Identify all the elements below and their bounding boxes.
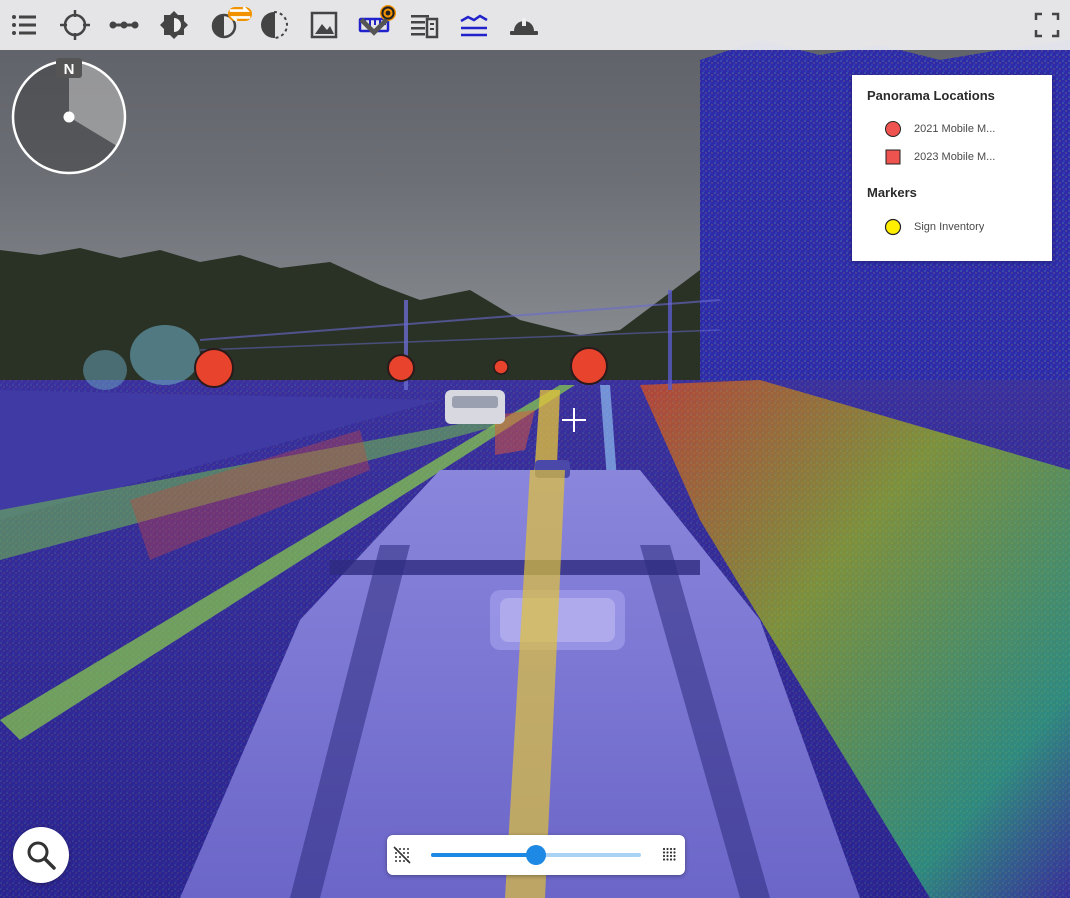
compass-north-label: N (64, 61, 75, 78)
density-high-icon[interactable] (661, 846, 679, 864)
swap-badge (228, 6, 252, 22)
image-icon (310, 11, 338, 39)
legend-section-title: Panorama Locations (867, 88, 995, 103)
compass[interactable]: N (10, 58, 128, 176)
locate-crosshair-icon (60, 10, 90, 40)
brightness-icon (160, 11, 188, 39)
square-symbol-icon (884, 148, 902, 166)
measure-line-icon (109, 21, 139, 29)
panorama-marker (387, 354, 415, 382)
contrast-half-icon (261, 11, 288, 39)
point-density-control (387, 835, 685, 875)
legend-section-title: Markers (867, 185, 917, 200)
image-button[interactable] (304, 5, 344, 45)
density-off-icon[interactable] (393, 846, 411, 864)
panorama-marker (194, 348, 234, 388)
density-slider[interactable] (431, 845, 641, 865)
measure-line-button[interactable] (104, 5, 144, 45)
hard-hat-icon (510, 18, 538, 35)
chevron-down-icon (358, 10, 390, 47)
toolbar (0, 0, 1070, 50)
panorama-marker (493, 359, 509, 375)
brightness-button[interactable] (154, 5, 194, 45)
locate-button[interactable] (55, 5, 95, 45)
search-button[interactable] (13, 827, 69, 883)
fullscreen-button[interactable] (1027, 5, 1067, 45)
density-slider-thumb[interactable] (526, 845, 546, 865)
legend-item: Sign Inventory (884, 218, 984, 236)
panorama-marker (570, 347, 608, 385)
panorama-viewer[interactable]: N Panorama Locations 2021 Mobile M... 20… (0, 0, 1070, 898)
compass-center-dot (63, 111, 75, 123)
density-slider-fill (431, 853, 536, 857)
legend-item: 2021 Mobile M... (884, 120, 995, 138)
fullscreen-icon (1034, 12, 1060, 38)
circle-symbol-icon (884, 218, 902, 236)
circle-symbol-icon (884, 120, 902, 138)
hard-hat-button[interactable] (504, 5, 544, 45)
attribute-list-button[interactable] (404, 5, 444, 45)
elevation-layers-button[interactable] (454, 5, 494, 45)
elevation-layers-icon (460, 14, 488, 37)
search-icon (27, 841, 56, 870)
ruler-button[interactable] (354, 5, 396, 47)
contrast-button[interactable] (254, 5, 294, 45)
legend-item: 2023 Mobile M... (884, 148, 995, 166)
layers-list-button[interactable] (4, 5, 44, 45)
layers-list-icon (12, 15, 36, 35)
legend-panel: Panorama Locations 2021 Mobile M... 2023… (852, 75, 1052, 261)
attribute-list-icon (411, 15, 439, 39)
contrast-compare-button[interactable] (204, 5, 252, 45)
